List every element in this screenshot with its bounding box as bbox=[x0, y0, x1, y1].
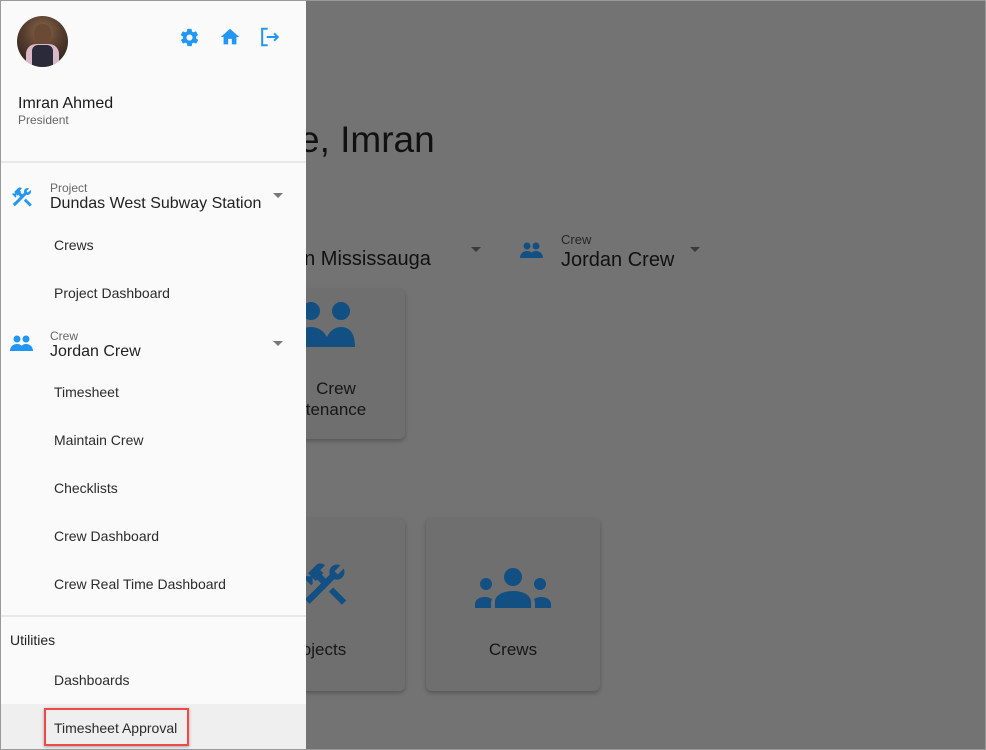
caret-down-icon bbox=[690, 247, 700, 252]
project-select-value: Dundas West Subway Station bbox=[50, 195, 262, 212]
people-icon bbox=[520, 242, 543, 258]
nav-item-crew-dashboard[interactable]: Crew Dashboard bbox=[54, 528, 159, 544]
app-window: e, Imran tion Mississauga Crew Jordan Cr… bbox=[0, 0, 986, 750]
people-icon bbox=[10, 335, 33, 351]
groups-icon bbox=[475, 568, 551, 608]
caret-down-icon bbox=[273, 341, 283, 346]
nav-item-dashboards[interactable]: Dashboards bbox=[54, 672, 130, 688]
crew-select-value: Jordan Crew bbox=[50, 343, 141, 360]
crew-select[interactable]: Crew Jordan Crew bbox=[1, 325, 306, 365]
caret-down-icon bbox=[273, 193, 283, 198]
crew-select[interactable]: Crew Jordan Crew bbox=[519, 231, 709, 271]
utilities-heading: Utilities bbox=[10, 632, 56, 648]
caret-down-icon bbox=[471, 247, 481, 252]
nav-item-maintain-crew[interactable]: Maintain Crew bbox=[54, 432, 143, 448]
nav-item-crews[interactable]: Crews bbox=[54, 237, 94, 253]
tools-icon bbox=[303, 563, 347, 605]
divider bbox=[1, 615, 306, 617]
nav-item-checklists[interactable]: Checklists bbox=[54, 480, 118, 496]
divider bbox=[1, 161, 306, 163]
crew-select-label: Crew bbox=[561, 232, 592, 247]
navigation-drawer: Imran Ahmed President Project Dundas Wes… bbox=[1, 1, 306, 749]
project-select[interactable]: Project Dundas West Subway Station bbox=[1, 177, 306, 217]
crew-select-label: Crew bbox=[50, 329, 79, 343]
logout-icon[interactable] bbox=[258, 26, 281, 48]
location-select[interactable]: tion Mississauga bbox=[283, 237, 491, 271]
crew-select-value: Jordan Crew bbox=[561, 249, 675, 271]
tools-icon bbox=[12, 187, 32, 207]
nav-item-project-dashboard[interactable]: Project Dashboard bbox=[54, 285, 170, 301]
nav-item-crew-real-time-dashboard[interactable]: Crew Real Time Dashboard bbox=[54, 576, 226, 592]
home-icon[interactable] bbox=[219, 26, 241, 48]
user-name: Imran Ahmed bbox=[18, 95, 114, 112]
avatar bbox=[17, 16, 68, 67]
user-role: President bbox=[18, 113, 69, 127]
crews-card[interactable]: Crews bbox=[426, 518, 600, 691]
page-title: e, Imran bbox=[299, 119, 435, 160]
project-select-label: Project bbox=[50, 181, 88, 195]
nav-item-timesheet[interactable]: Timesheet bbox=[54, 384, 119, 400]
nav-item-timesheet-approval-row[interactable]: Timesheet Approval bbox=[1, 704, 306, 749]
gear-icon[interactable] bbox=[179, 27, 200, 48]
nav-item-timesheet-approval[interactable]: Timesheet Approval bbox=[54, 720, 177, 736]
card-label: Crews bbox=[488, 640, 538, 659]
